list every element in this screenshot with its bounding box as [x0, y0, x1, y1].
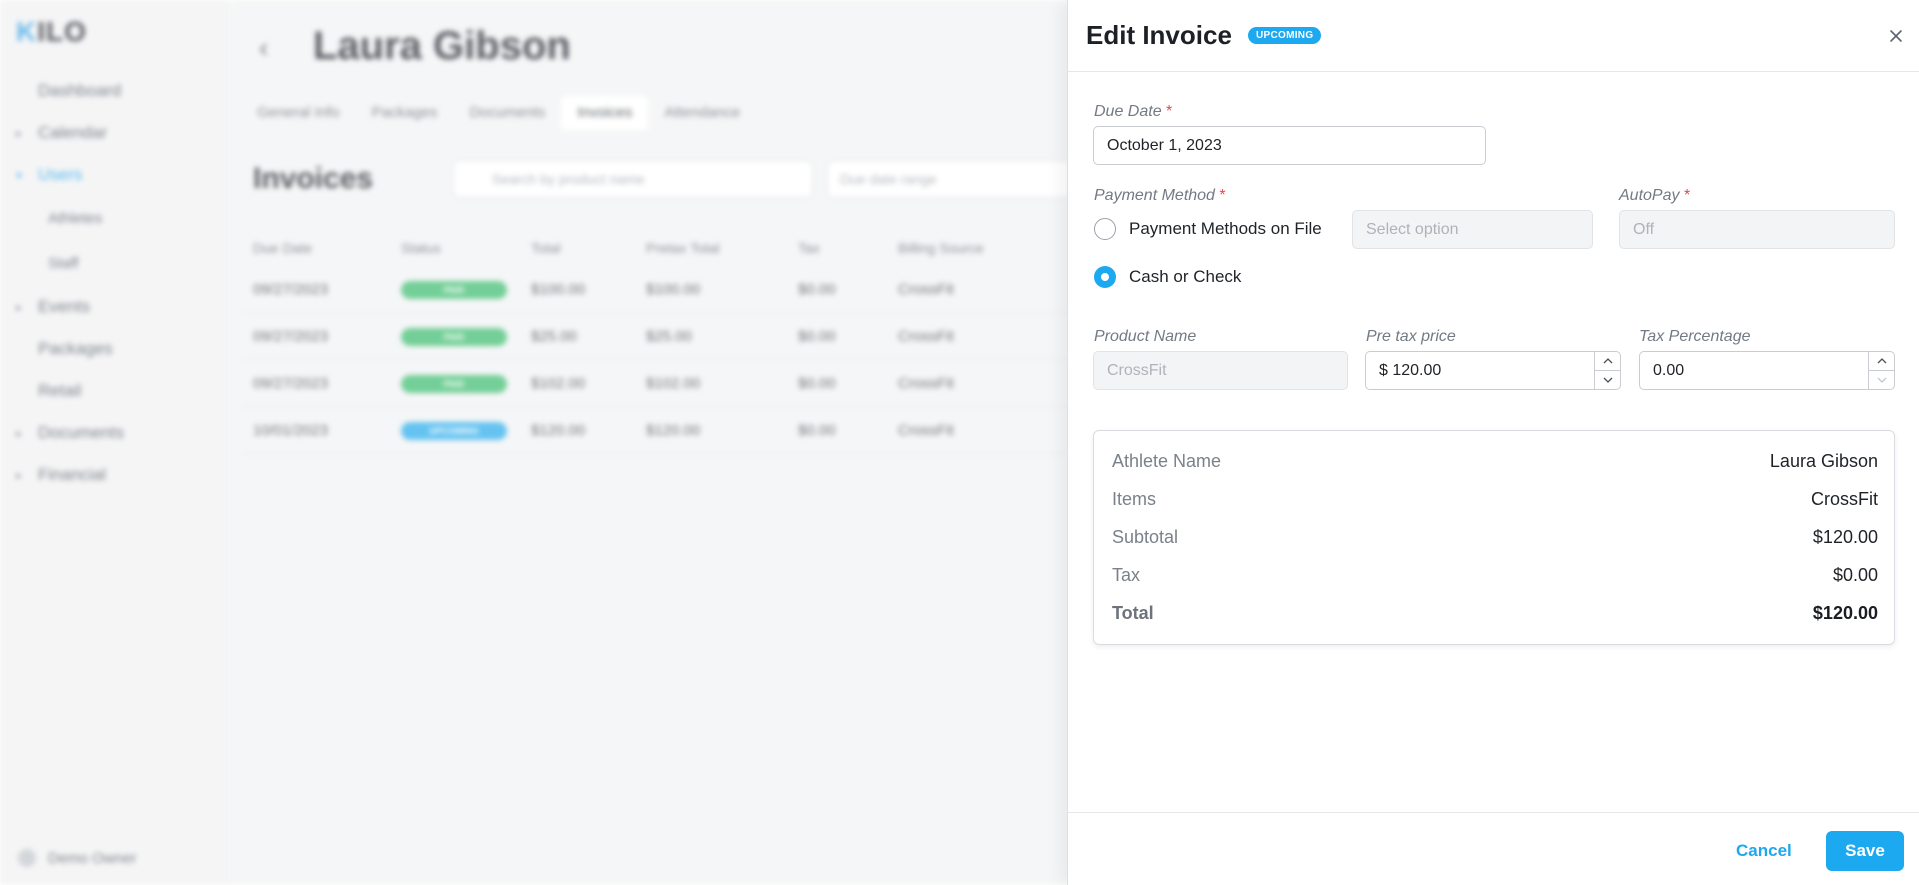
autopay-label-text: AutoPay: [1619, 187, 1680, 204]
pretax-price-value[interactable]: $ 120.00: [1366, 352, 1594, 389]
drawer-header: Edit Invoice UPCOMING: [1068, 0, 1919, 72]
due-date-label: Due Date *: [1094, 103, 1172, 121]
summary-row-athlete: Athlete Name Laura Gibson: [1112, 451, 1878, 472]
payment-method-label-text: Payment Method: [1094, 187, 1215, 204]
summary-key: Athlete Name: [1112, 451, 1222, 471]
drawer-title: Edit Invoice: [1086, 20, 1232, 50]
tax-percentage-value[interactable]: 0.00: [1640, 352, 1868, 389]
pretax-price-label: Pre tax price: [1366, 328, 1456, 345]
summary-row-tax: Tax $0.00: [1112, 565, 1878, 586]
due-date-field[interactable]: October 1, 2023: [1093, 126, 1486, 165]
required-mark: *: [1683, 187, 1691, 204]
summary-key: Tax: [1112, 565, 1141, 585]
summary-row-subtotal: Subtotal $120.00: [1112, 527, 1878, 548]
product-name-label: Product Name: [1094, 328, 1197, 345]
tax-percentage-stepper[interactable]: [1868, 352, 1894, 389]
payment-method-select[interactable]: Select option: [1352, 210, 1593, 249]
radio-cash-or-check[interactable]: Cash or Check: [1094, 266, 1241, 288]
summary-value: Laura Gibson: [1769, 451, 1878, 471]
chevron-down-icon[interactable]: [1595, 371, 1620, 389]
summary-key: Subtotal: [1112, 527, 1179, 547]
save-button[interactable]: Save: [1826, 831, 1904, 871]
payment-method-label: Payment Method *: [1094, 187, 1226, 205]
summary-value: $120.00: [1812, 603, 1878, 623]
radio-circle-selected[interactable]: [1094, 266, 1116, 288]
summary-key: Total: [1112, 603, 1154, 623]
product-name-field: CrossFit: [1093, 351, 1348, 390]
summary-row-items: Items CrossFit: [1112, 489, 1878, 510]
close-icon[interactable]: [1884, 24, 1908, 48]
summary-value: CrossFit: [1811, 489, 1878, 509]
due-date-label-text: Due Date: [1094, 103, 1162, 120]
autopay-select[interactable]: Off: [1619, 210, 1895, 249]
edit-invoice-drawer: Edit Invoice UPCOMING Due Date * October…: [1067, 0, 1919, 885]
pretax-price-stepper[interactable]: [1594, 352, 1620, 389]
chevron-down-icon[interactable]: [1869, 371, 1894, 389]
tax-percentage-input[interactable]: 0.00: [1639, 351, 1895, 390]
status-badge: UPCOMING: [1248, 27, 1322, 44]
radio-label: Payment Methods on File: [1129, 219, 1322, 238]
pretax-price-input[interactable]: $ 120.00: [1365, 351, 1621, 390]
drawer-footer: Cancel Save: [1068, 812, 1919, 885]
required-mark: *: [1166, 103, 1173, 120]
summary-key: Items: [1112, 489, 1157, 509]
chevron-up-icon[interactable]: [1869, 352, 1894, 371]
modal-backdrop[interactable]: [0, 0, 1068, 885]
invoice-summary-card: Athlete Name Laura Gibson Items CrossFit…: [1093, 430, 1895, 645]
cancel-button[interactable]: Cancel: [1736, 841, 1792, 861]
radio-payment-methods-on-file[interactable]: Payment Methods on File: [1094, 218, 1322, 240]
chevron-up-icon[interactable]: [1595, 352, 1620, 371]
tax-percentage-label: Tax Percentage: [1639, 328, 1751, 345]
radio-label: Cash or Check: [1129, 267, 1242, 286]
required-mark: *: [1219, 187, 1226, 204]
summary-row-total: Total $120.00: [1112, 603, 1878, 624]
summary-value: $0.00: [1832, 565, 1878, 585]
autopay-label: AutoPay *: [1619, 187, 1690, 205]
radio-circle[interactable]: [1094, 218, 1116, 240]
summary-value: $120.00: [1812, 527, 1878, 547]
